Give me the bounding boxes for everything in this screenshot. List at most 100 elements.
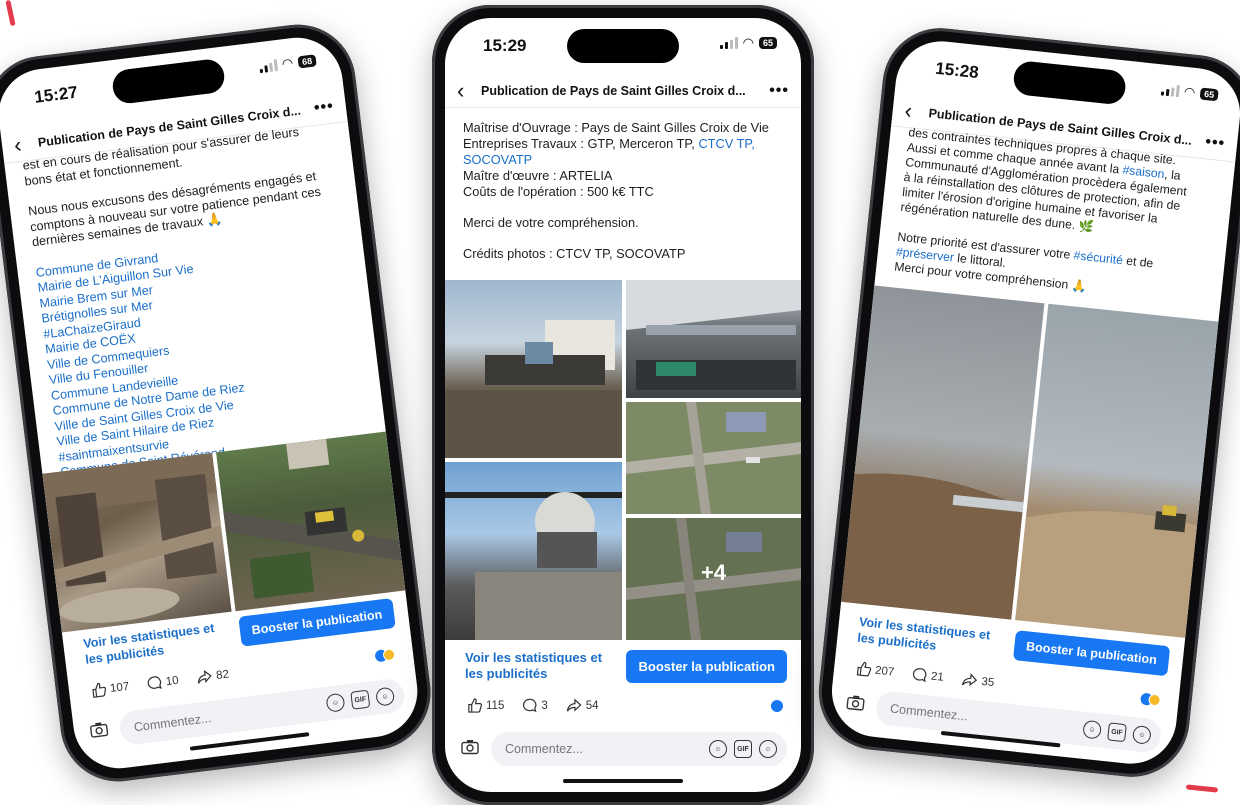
comment-count: 10 [165,674,180,688]
avatar-sticker-icon[interactable]: ☺ [1082,719,1103,740]
post-header-title: Publication de Pays de Saint Gilles Croi… [481,83,746,98]
phone-screen: 15:27 ◠ 68 ‹ Publication de Pays de Sain… [0,32,423,774]
home-indicator [563,779,683,783]
post-text: des contraintes techniques propres à cha… [893,125,1188,294]
photo-barge[interactable] [445,280,622,458]
back-arrow-icon[interactable]: ‹ [457,79,481,102]
share-button[interactable]: 82 [195,667,230,686]
phone-left: 15:27 ◠ 68 ‹ Publication de Pays de Sain… [0,18,438,788]
tag-link-ctcv[interactable]: CTCV TP, [698,136,754,151]
phone-middle: 15:29 ◠ 65 ‹ Publication de Pays de Sain… [432,5,814,805]
share-button[interactable]: 54 [566,698,599,713]
comment-input[interactable] [889,701,1084,736]
phone-screen: 15:28 ◠ 65 ‹ Publication de Pays de Sain… [827,36,1240,769]
battery-icon: 65 [758,37,777,49]
like-count: 115 [486,699,505,712]
comment-bubble-icon [147,676,163,689]
gif-icon[interactable]: GIF [350,689,371,710]
photo-beach-bulldozer[interactable] [1014,303,1219,638]
photo-map-1[interactable] [626,402,801,514]
more-options-icon[interactable]: ••• [1204,133,1226,153]
comment-input[interactable] [505,742,709,756]
comment-button[interactable]: 21 [911,667,944,685]
love-reaction-icon [382,647,396,662]
share-count: 54 [585,699,599,712]
photo-map-2[interactable]: +4 [626,518,801,640]
comment-input[interactable] [133,696,328,735]
photo-beach-dune[interactable] [841,285,1045,620]
emoji-icon[interactable]: ☺ [375,686,396,707]
accent-mark-top-left [5,0,16,27]
photo-trench[interactable] [42,452,232,633]
emoji-icon[interactable]: ☺ [759,740,777,758]
back-arrow-icon[interactable]: ‹ [13,131,40,157]
dynamic-island [110,57,227,106]
back-arrow-icon[interactable]: ‹ [904,97,930,123]
phone-screen: 15:29 ◠ 65 ‹ Publication de Pays de Sain… [445,18,801,792]
love-reaction-icon [1148,692,1162,707]
post-actions: Voir les statistiques et les publicités … [445,650,801,683]
like-count: 207 [874,664,895,679]
accent-mark-bottom-right [1185,784,1219,793]
reaction-badges [1140,692,1162,707]
boost-button[interactable]: Booster la publication [1012,630,1171,677]
wifi-icon: ◠ [1183,83,1197,100]
emoji-icon[interactable]: ☺ [1131,724,1152,745]
share-count: 35 [980,675,995,689]
comment-button[interactable]: 3 [522,698,548,713]
comment-composer: ☺ GIF ☺ [459,732,787,766]
comment-bubble-icon [523,698,537,713]
avatar-sticker-icon[interactable]: ☺ [709,740,727,758]
comment-count: 21 [930,670,945,684]
camera-icon[interactable] [843,693,867,716]
post-text: est en cours de réalisation pour s'assur… [22,121,369,481]
battery-icon: 65 [1199,87,1219,102]
tag-link-socovatp[interactable]: SOCOVATP [463,152,783,168]
signal-icon [258,59,278,74]
post-body: Maîtrise d'Ouvrage : Pays de Saint Gille… [445,108,801,266]
like-button[interactable]: 115 [467,698,504,713]
thumbs-up-icon [468,698,482,713]
reaction-bar: 115 3 54 [445,698,801,713]
dynamic-island [567,29,679,63]
boost-button[interactable]: Booster la publication [626,650,787,683]
more-options-icon[interactable]: ••• [769,82,789,100]
share-arrow-icon [197,669,212,684]
gif-icon[interactable]: GIF [1107,722,1127,743]
like-reaction-icon [771,699,783,712]
dynamic-island [1012,60,1128,106]
like-button[interactable]: 107 [90,679,130,699]
comment-button[interactable]: 10 [146,673,179,692]
status-time: 15:28 [934,58,980,83]
more-options-icon[interactable]: ••• [313,97,335,117]
wifi-icon: ◠ [280,55,295,72]
photo-grid [841,285,1219,638]
signal-icon [719,37,738,49]
share-button[interactable]: 35 [961,672,995,690]
reaction-badges [771,699,783,712]
signal-icon [1160,83,1180,98]
status-time: 15:27 [33,82,79,107]
post-header: ‹ Publication de Pays de Saint Gilles Cr… [445,74,801,108]
photo-bridge-scaffolding[interactable] [626,280,801,398]
stats-link[interactable]: Voir les statistiques et les publicités [857,614,1010,662]
camera-icon[interactable] [459,739,481,760]
photo-grid: +4 [445,280,801,640]
post-body: des contraintes techniques propres à cha… [875,125,1235,312]
more-photos-count: +4 [700,560,727,585]
stats-link[interactable]: Voir les statistiques et les publicités [465,650,615,682]
post-text: Maîtrise d'Ouvrage : Pays de Saint Gille… [463,120,783,262]
status-bar: 15:29 ◠ 65 [445,18,801,74]
avatar-sticker-icon[interactable]: ☺ [325,692,346,713]
photo-worker[interactable] [445,462,622,640]
comment-bubble-icon [913,668,927,683]
gif-icon[interactable]: GIF [734,740,752,758]
battery-icon: 68 [297,54,317,69]
comment-count: 3 [541,699,548,712]
share-count: 82 [215,668,230,682]
camera-icon[interactable] [87,720,111,744]
comment-field[interactable]: ☺ GIF ☺ [491,732,787,766]
photo-aerial-worksite[interactable] [215,431,406,612]
share-arrow-icon [961,673,978,687]
like-button[interactable]: 207 [855,661,895,680]
